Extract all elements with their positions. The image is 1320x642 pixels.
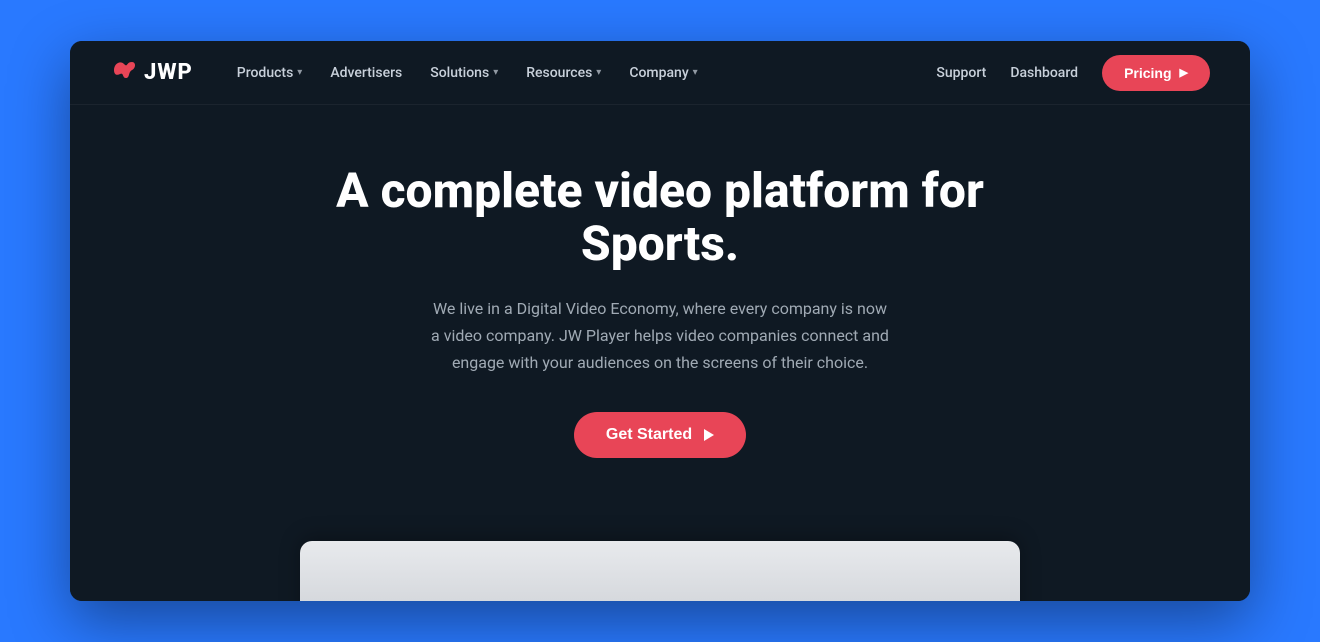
video-preview-card [300, 541, 1020, 601]
logo-icon [110, 56, 138, 89]
nav-item-company[interactable]: Company ▾ [617, 57, 709, 89]
chevron-down-icon: ▾ [297, 67, 302, 78]
hero-subtitle: We live in a Digital Video Economy, wher… [430, 295, 890, 377]
play-icon [704, 429, 714, 441]
chevron-down-icon: ▾ [693, 67, 698, 78]
hero-section: A complete video platform for Sports. We… [70, 105, 1250, 601]
navbar: JWP Products ▾ Advertisers Solutions ▾ R… [70, 41, 1250, 105]
pricing-button[interactable]: Pricing ▶ [1102, 55, 1210, 91]
chevron-down-icon: ▾ [596, 67, 601, 78]
nav-item-resources[interactable]: Resources ▾ [514, 57, 613, 89]
navbar-right: Support Dashboard Pricing ▶ [936, 55, 1210, 91]
browser-window: JWP Products ▾ Advertisers Solutions ▾ R… [70, 41, 1250, 601]
dashboard-link[interactable]: Dashboard [1010, 65, 1078, 81]
hero-title: A complete video platform for Sports. [310, 165, 1010, 271]
play-icon: ▶ [1180, 66, 1188, 79]
nav-item-solutions[interactable]: Solutions ▾ [418, 57, 510, 89]
logo[interactable]: JWP [110, 56, 193, 89]
support-link[interactable]: Support [936, 65, 986, 81]
nav-item-advertisers[interactable]: Advertisers [318, 57, 414, 89]
nav-links: Products ▾ Advertisers Solutions ▾ Resou… [225, 57, 710, 89]
logo-text: JWP [144, 60, 193, 85]
chevron-down-icon: ▾ [493, 67, 498, 78]
get-started-button[interactable]: Get Started [574, 412, 746, 458]
nav-item-products[interactable]: Products ▾ [225, 57, 315, 89]
navbar-left: JWP Products ▾ Advertisers Solutions ▾ R… [110, 56, 710, 89]
